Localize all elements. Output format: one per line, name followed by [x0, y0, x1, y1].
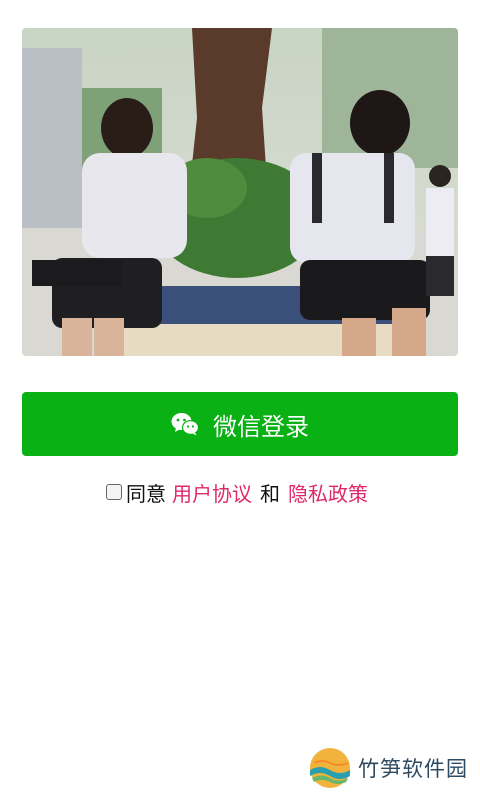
zhusun-logo-icon — [308, 746, 352, 790]
students-photo-illustration — [22, 28, 458, 356]
agree-and: 和 — [260, 481, 280, 506]
agree-checkbox[interactable] — [106, 484, 122, 500]
agreement-row: 同意 用户协议 和 隐私政策 — [0, 474, 480, 510]
hero-photo — [22, 28, 458, 356]
wechat-login-button[interactable]: 微信登录 — [22, 392, 458, 456]
wechat-login-label: 微信登录 — [213, 412, 309, 441]
watermark: 竹笋软件园 — [308, 744, 468, 792]
agree-prefix: 同意 — [126, 481, 166, 506]
wechat-icon — [171, 412, 200, 436]
user-agreement-link[interactable]: 用户协议 — [172, 478, 252, 507]
watermark-text: 竹笋软件园 — [358, 757, 468, 781]
privacy-policy-link[interactable]: 隐私政策 — [288, 478, 368, 507]
